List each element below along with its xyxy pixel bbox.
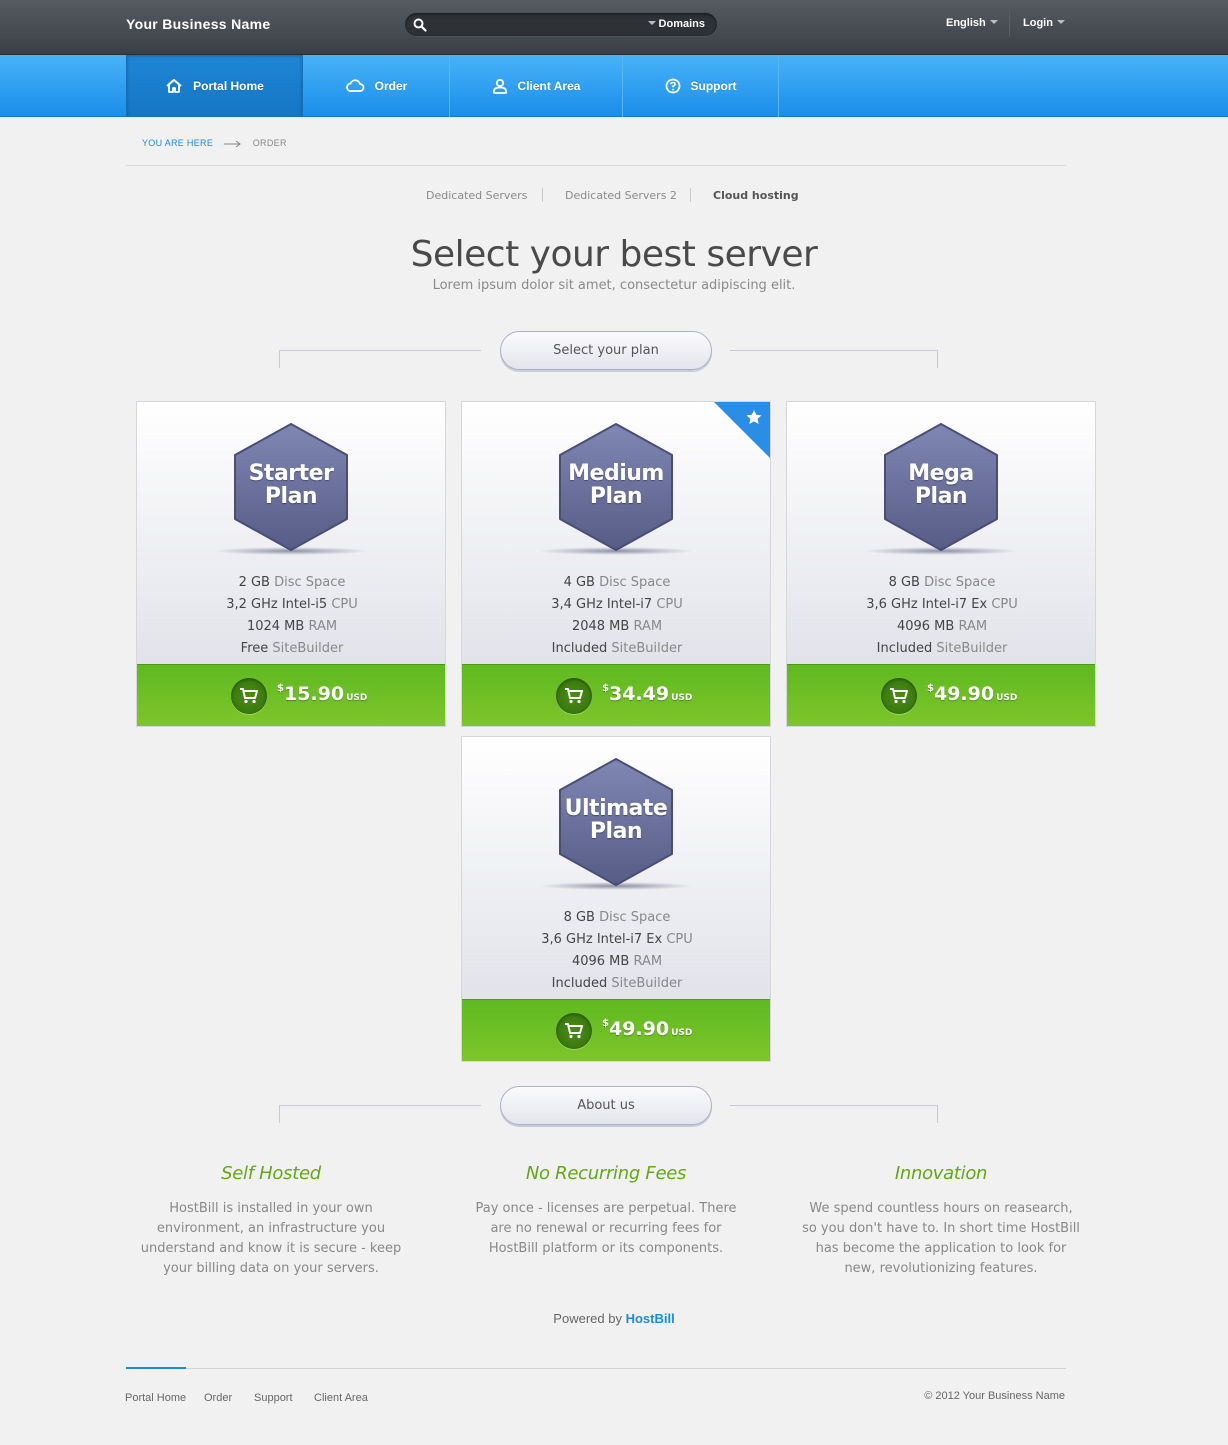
featured-ribbon xyxy=(714,402,770,458)
section-line xyxy=(279,350,481,368)
brand-name[interactable]: Your Business Name xyxy=(126,16,270,32)
help-icon xyxy=(665,78,680,94)
cart-icon xyxy=(565,688,583,704)
plan-badge: Starter Plan xyxy=(233,422,349,552)
plan-card-mega: Mega Plan 8 GB Disc Space 3,6 GHz Intel-i… xyxy=(786,401,1096,727)
feature-title: Self Hosted xyxy=(221,1163,321,1184)
chevron-down-icon xyxy=(1056,20,1065,25)
user-icon xyxy=(492,78,507,94)
page-title: Select your best server xyxy=(410,234,818,275)
feature-text: We spend countless hours on reasearch, s… xyxy=(802,1201,1080,1276)
plan-badge: Medium Plan xyxy=(558,422,674,552)
section-line xyxy=(279,1105,481,1123)
cart-button[interactable] xyxy=(881,678,917,714)
breadcrumb-current[interactable]: ORDER xyxy=(253,138,287,148)
plan-card-medium: Medium Plan 4 GB Disc Space 3,4 GHz Intel… xyxy=(461,401,771,727)
plan-price: $15.90 USD xyxy=(277,683,368,705)
plan-price: $49.90 USD xyxy=(602,1018,693,1040)
cart-icon xyxy=(890,688,908,704)
divider xyxy=(126,1368,1066,1369)
plan-price: $34.49 USD xyxy=(602,683,693,705)
footer-link-order[interactable]: Order xyxy=(204,1392,232,1404)
plan-specs: 8 GB Disc Space 3,6 GHz Intel-i7 Ex CPU … xyxy=(866,575,1018,656)
plan-specs: 8 GB Disc Space 3,6 GHz Intel-i7 Ex CPU … xyxy=(541,910,693,991)
cart-button[interactable] xyxy=(556,678,592,714)
top-bar: Your Business Name Domains English Login xyxy=(0,0,1228,55)
footer-accent xyxy=(126,1367,186,1369)
login-dropdown[interactable]: Login xyxy=(1023,17,1065,29)
footer-link-portal-home[interactable]: Portal Home xyxy=(125,1392,186,1404)
plan-name-suffix: Plan xyxy=(914,484,968,509)
plan-name-suffix: Plan xyxy=(264,484,318,509)
feature-text: Pay once - licenses are perpetual. There… xyxy=(475,1201,737,1256)
main-nav: Portal Home Order Client Area Support xyxy=(0,55,1228,117)
footer-link-support[interactable]: Support xyxy=(254,1392,293,1404)
section-header-plans: Select your plan xyxy=(500,331,712,370)
nav-portal-home[interactable]: Portal Home xyxy=(126,55,303,117)
nav-client-area[interactable]: Client Area xyxy=(450,55,623,117)
plan-name: Ultimate xyxy=(564,796,668,821)
chevron-down-icon xyxy=(647,21,656,26)
tab-separator xyxy=(690,188,691,202)
tab-dedicated-servers[interactable]: Dedicated Servers xyxy=(426,189,527,202)
badge-shadow xyxy=(863,547,1019,555)
feature-title: No Recurring Fees xyxy=(525,1163,687,1184)
order-button[interactable]: $15.90 USD xyxy=(137,664,445,726)
page-subtitle: Lorem ipsum dolor sit amet, consectetur … xyxy=(432,278,796,293)
hostbill-link[interactable]: HostBill xyxy=(626,1311,675,1326)
breadcrumb-label: YOU ARE HERE xyxy=(142,138,214,148)
plan-name: Mega xyxy=(908,461,974,486)
badge-shadow xyxy=(213,547,369,555)
domains-dropdown[interactable]: Domains xyxy=(647,18,705,30)
cart-button[interactable] xyxy=(231,678,267,714)
arrow-right-icon xyxy=(223,140,241,148)
plan-name-suffix: Plan xyxy=(589,484,643,509)
tab-separator xyxy=(542,188,543,202)
plan-badge: Ultimate Plan xyxy=(558,757,674,887)
chevron-down-icon xyxy=(989,20,998,25)
plan-specs: 2 GB Disc Space 3,2 GHz Intel-i5 CPU 102… xyxy=(226,575,358,656)
search-box[interactable]: Domains xyxy=(404,12,718,37)
order-button[interactable]: $49.90 USD xyxy=(462,999,770,1061)
cart-icon xyxy=(565,1023,583,1039)
copyright: © 2012 Your Business Name xyxy=(924,1390,1065,1402)
plan-price: $49.90 USD xyxy=(927,683,1018,705)
feature-text: HostBill is installed in your own enviro… xyxy=(140,1201,402,1276)
cart-button[interactable] xyxy=(556,1013,592,1049)
powered-by: Powered by HostBill xyxy=(553,1311,675,1326)
language-dropdown[interactable]: English xyxy=(946,17,998,29)
tab-dedicated-servers-2[interactable]: Dedicated Servers 2 xyxy=(565,189,677,202)
footer-link-client-area[interactable]: Client Area xyxy=(314,1392,368,1404)
plan-badge: Mega Plan xyxy=(883,422,999,552)
badge-shadow xyxy=(538,547,694,555)
nav-support[interactable]: Support xyxy=(623,55,779,117)
plan-specs: 4 GB Disc Space 3,4 GHz Intel-i7 CPU 204… xyxy=(551,575,683,656)
divider xyxy=(126,165,1066,166)
section-line xyxy=(730,1105,938,1123)
plan-name-suffix: Plan xyxy=(589,819,643,844)
section-header-about: About us xyxy=(500,1086,712,1125)
plan-name: Medium xyxy=(568,461,664,486)
divider xyxy=(1009,11,1010,37)
plan-name: Starter xyxy=(248,461,334,486)
home-icon xyxy=(166,79,182,93)
badge-shadow xyxy=(538,882,694,890)
section-line xyxy=(730,350,938,368)
nav-order[interactable]: Order xyxy=(303,55,450,117)
cart-icon xyxy=(240,688,258,704)
order-button[interactable]: $49.90 USD xyxy=(787,664,1095,726)
plan-card-starter: Starter Plan 2 GB Disc Space 3,2 GHz Inte… xyxy=(136,401,446,727)
plan-card-ultimate: Ultimate Plan 8 GB Disc Space 3,6 GHz Int… xyxy=(461,736,771,1062)
order-button[interactable]: $34.49 USD xyxy=(462,664,770,726)
feature-title: Innovation xyxy=(894,1163,988,1184)
search-icon xyxy=(413,18,427,32)
tab-cloud-hosting[interactable]: Cloud hosting xyxy=(713,189,799,202)
cloud-icon xyxy=(345,79,365,92)
breadcrumb: YOU ARE HERE ORDER xyxy=(142,138,287,148)
